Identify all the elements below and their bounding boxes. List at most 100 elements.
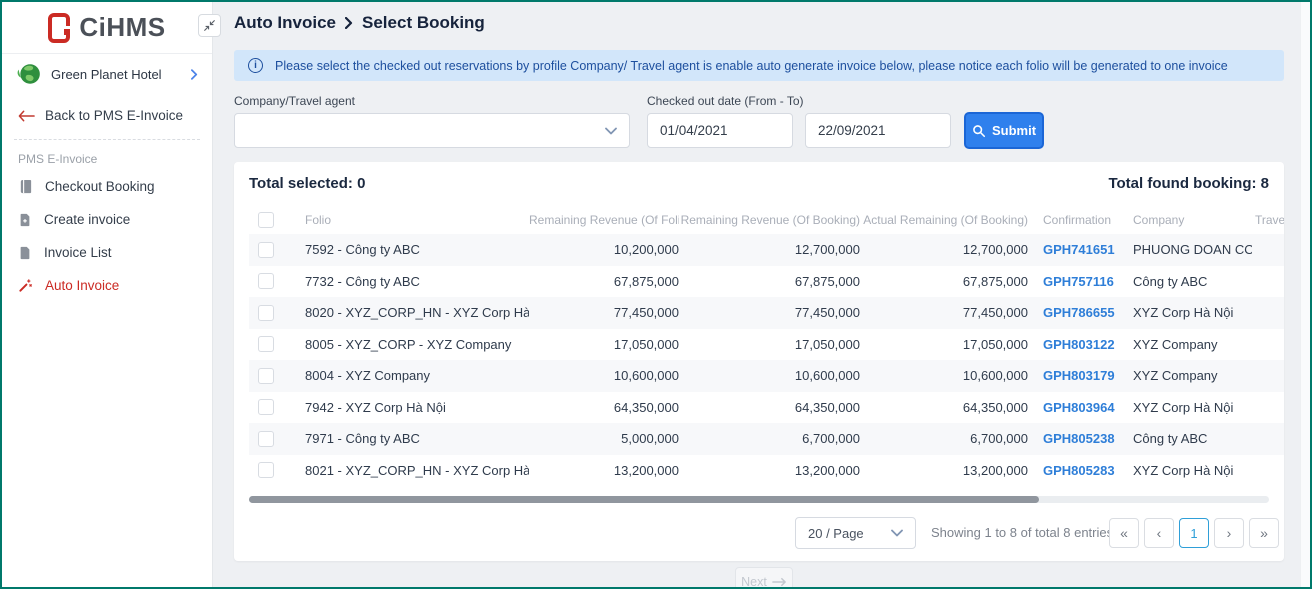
booking-table-card: Total selected: 0 Total found booking: 8… — [234, 162, 1284, 561]
remaining-revenue-folio-cell: 10,200,000 — [529, 242, 679, 257]
pagination-summary: Showing 1 to 8 of total 8 entries — [931, 517, 1113, 549]
folio-cell: 7592 - Công ty ABC — [289, 242, 529, 257]
totals-row: Total selected: 0 Total found booking: 8 — [249, 175, 1269, 192]
confirmation-link[interactable]: GPH803964 — [1043, 400, 1115, 415]
book-icon — [18, 179, 33, 194]
sidebar: CiHMS Green Planet Hotel — [2, 2, 213, 587]
remaining-revenue-folio-cell: 10,600,000 — [529, 368, 679, 383]
breadcrumb-chevron-icon — [345, 17, 353, 29]
total-selected: Total selected: 0 — [249, 175, 365, 192]
submit-button[interactable]: Submit — [964, 112, 1044, 149]
table-row: 8021 - XYZ_CORP_HN - XYZ Corp Hà Nội 13,… — [249, 455, 1284, 487]
row-checkbox[interactable] — [258, 462, 274, 478]
remaining-revenue-booking-cell: 64,350,000 — [679, 400, 860, 415]
row-checkbox[interactable] — [258, 273, 274, 289]
sidebar-item-label: Create invoice — [44, 212, 130, 227]
chevron-right-icon — [191, 69, 198, 80]
column-header-rr-folio: Remaining Revenue (Of Folio) — [529, 213, 679, 227]
back-link-label: Back to PMS E-Invoice — [45, 108, 183, 123]
confirmation-link[interactable]: GPH741651 — [1043, 242, 1115, 257]
hotel-name: Green Planet Hotel — [51, 67, 182, 82]
file-plus-icon — [18, 213, 32, 227]
horizontal-scrollbar-track[interactable] — [249, 496, 1269, 503]
pagination-buttons: « ‹ 1 › » — [1109, 518, 1279, 548]
column-header-travel-agent: Trave — [1252, 213, 1284, 227]
main-content: Auto Invoice Select Booking i Please sel… — [213, 2, 1310, 587]
folio-cell: 8004 - XYZ Company — [289, 368, 529, 383]
company-agent-label: Company/Travel agent — [234, 94, 355, 108]
remaining-revenue-folio-cell: 17,050,000 — [529, 337, 679, 352]
company-cell: PHUONG DOAN CORP — [1128, 242, 1252, 257]
horizontal-scrollbar-thumb[interactable] — [249, 496, 1039, 503]
confirmation-link[interactable]: GPH786655 — [1043, 305, 1115, 320]
prev-page-button[interactable]: ‹ — [1144, 518, 1174, 548]
actual-remaining-cell: 6,700,000 — [860, 431, 1028, 446]
sidebar-item-create-invoice[interactable]: Create invoice — [2, 203, 212, 236]
remaining-revenue-folio-cell: 77,450,000 — [529, 305, 679, 320]
column-header-rr-booking: Remaining Revenue (Of Booking) — [679, 213, 860, 227]
folio-cell: 8020 - XYZ_CORP_HN - XYZ Corp Hà Nội — [289, 305, 529, 320]
row-checkbox[interactable] — [258, 431, 274, 447]
next-page-button[interactable]: › — [1214, 518, 1244, 548]
search-icon — [972, 124, 986, 138]
logo-text: CiHMS — [79, 12, 165, 43]
folio-cell: 7942 - XYZ Corp Hà Nội — [289, 400, 529, 415]
row-checkbox[interactable] — [258, 305, 274, 321]
next-step-button[interactable]: Next — [735, 567, 793, 589]
last-page-button[interactable]: » — [1249, 518, 1279, 548]
info-banner: i Please select the checked out reservat… — [234, 50, 1284, 81]
sidebar-item-label: Auto Invoice — [45, 278, 119, 293]
hotel-selector[interactable]: Green Planet Hotel — [2, 54, 212, 94]
window-scrollbar[interactable] — [1300, 2, 1310, 587]
chevron-down-icon — [891, 529, 903, 537]
company-agent-select[interactable] — [234, 113, 630, 148]
row-checkbox[interactable] — [258, 368, 274, 384]
sidebar-item-label: Checkout Booking — [45, 179, 155, 194]
first-page-button[interactable]: « — [1109, 518, 1139, 548]
confirmation-link[interactable]: GPH805238 — [1043, 431, 1115, 446]
total-found: Total found booking: 8 — [1108, 175, 1269, 192]
sidebar-item-checkout-booking[interactable]: Checkout Booking — [2, 170, 212, 203]
page-size-select[interactable]: 20 / Page — [795, 517, 916, 549]
remaining-revenue-booking-cell: 77,450,000 — [679, 305, 860, 320]
row-checkbox[interactable] — [258, 242, 274, 258]
booking-table: Folio Remaining Revenue (Of Folio) Remai… — [249, 205, 1284, 486]
remaining-revenue-booking-cell: 17,050,000 — [679, 337, 860, 352]
confirmation-link[interactable]: GPH757116 — [1043, 274, 1114, 289]
actual-remaining-cell: 10,600,000 — [860, 368, 1028, 383]
sidebar-item-invoice-list[interactable]: Invoice List — [2, 236, 212, 269]
table-row: 8005 - XYZ_CORP - XYZ Company 17,050,000… — [249, 329, 1284, 361]
remaining-revenue-folio-cell: 5,000,000 — [529, 431, 679, 446]
remaining-revenue-booking-cell: 6,700,000 — [679, 431, 860, 446]
actual-remaining-cell: 17,050,000 — [860, 337, 1028, 352]
sidebar-item-auto-invoice[interactable]: Auto Invoice — [2, 269, 212, 302]
select-all-checkbox[interactable] — [258, 212, 274, 228]
date-to-input[interactable] — [805, 113, 951, 148]
sidebar-collapse-button[interactable] — [198, 14, 221, 37]
remaining-revenue-booking-cell: 13,200,000 — [679, 463, 860, 478]
back-to-pms-link[interactable]: Back to PMS E-Invoice — [2, 94, 212, 135]
confirmation-link[interactable]: GPH805283 — [1043, 463, 1115, 478]
table-row: 7942 - XYZ Corp Hà Nội 64,350,000 64,350… — [249, 392, 1284, 424]
remaining-revenue-folio-cell: 64,350,000 — [529, 400, 679, 415]
confirmation-link[interactable]: GPH803122 — [1043, 337, 1115, 352]
info-icon: i — [248, 58, 263, 73]
column-header-folio: Folio — [289, 213, 529, 227]
date-from-input[interactable] — [647, 113, 793, 148]
page-1-button[interactable]: 1 — [1179, 518, 1209, 548]
row-checkbox[interactable] — [258, 399, 274, 415]
chevron-down-icon — [605, 127, 617, 135]
breadcrumb-parent[interactable]: Auto Invoice — [234, 13, 336, 33]
collapse-icon — [203, 19, 216, 32]
table-body: 7592 - Công ty ABC 10,200,000 12,700,000… — [249, 234, 1284, 486]
app-window: CiHMS Green Planet Hotel — [0, 0, 1312, 589]
confirmation-link[interactable]: GPH803179 — [1043, 368, 1115, 383]
file-icon — [18, 246, 32, 260]
row-checkbox[interactable] — [258, 336, 274, 352]
actual-remaining-cell: 13,200,000 — [860, 463, 1028, 478]
column-header-company: Company — [1128, 213, 1252, 227]
actual-remaining-cell: 77,450,000 — [860, 305, 1028, 320]
page-size-value: 20 / Page — [808, 526, 864, 541]
company-cell: Công ty ABC — [1128, 274, 1252, 289]
actual-remaining-cell: 64,350,000 — [860, 400, 1028, 415]
